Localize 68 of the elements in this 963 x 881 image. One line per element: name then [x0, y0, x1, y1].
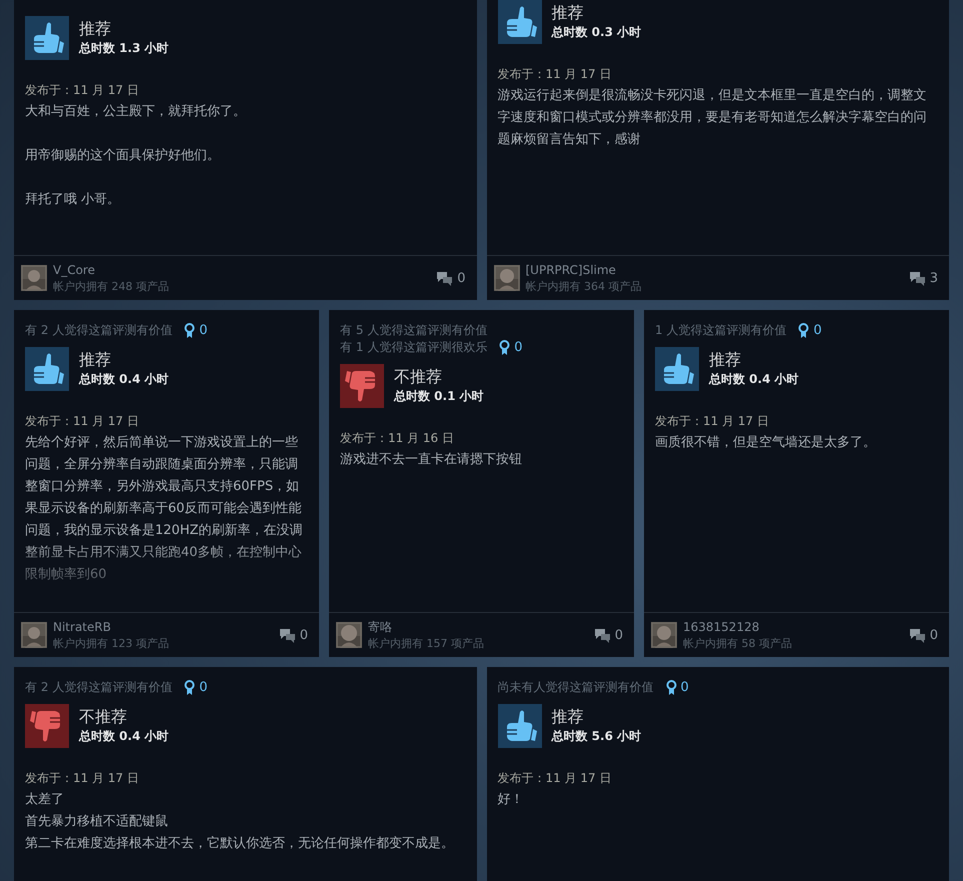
review-text: 先给个好评，然后简单说一下游戏设置上的一些问题，全屏分辨率自动跟随桌面分辨率，只能调整窗口分辨率，另外游戏最高只支持60FPS，如果显示设备的刷新率高于60反而可能会遇到性能问题，我的显示设备是120HZ的刷新率，在没调整前显卡占用不满又只能跑40多帧，在控制中心限制帧率到60	[25, 434, 304, 584]
playtime: 总时数 0.4 小时	[79, 371, 169, 388]
comments-icon[interactable]	[594, 628, 611, 642]
award-icon[interactable]	[184, 680, 196, 696]
comments-icon[interactable]	[436, 270, 454, 286]
comments-icon[interactable]	[908, 628, 926, 642]
post-date: 发布于：11 月 17 日	[498, 66, 612, 82]
product-count: 帐户内拥有 157 项产品	[368, 636, 485, 651]
review-text: 首先暴力移植不适配键鼠	[25, 813, 169, 831]
author-name[interactable]: 1638152128	[683, 619, 903, 636]
verdict-label: 推荐	[709, 350, 742, 370]
comments-icon[interactable]	[278, 628, 296, 642]
verdict-label: 推荐	[79, 19, 112, 39]
review-text: 拜托了哦 小哥。	[25, 191, 122, 209]
award-count: 0	[680, 679, 689, 696]
post-date: 发布于：11 月 17 日	[25, 413, 140, 429]
author-name[interactable]: V_Core	[53, 262, 430, 279]
review-text: 好！	[498, 791, 524, 809]
product-count: 帐户内拥有 123 项产品	[53, 636, 170, 651]
helpful-count: 有 2 人觉得这篇评测有价值	[25, 679, 172, 696]
verdict-label: 推荐	[552, 707, 584, 727]
award-icon[interactable]	[798, 322, 810, 338]
review-text: 大和与百姓，公主殿下，就拜托你了。	[25, 103, 247, 121]
playtime: 总时数 1.3 小时	[79, 40, 169, 57]
review-text: 用帝御赐的这个面具保护好他们。	[25, 147, 221, 165]
award-icon[interactable]	[499, 340, 510, 356]
playtime: 总时数 0.1 小时	[394, 388, 484, 405]
playtime: 总时数 5.6 小时	[552, 728, 642, 745]
playtime: 总时数 0.4 小时	[709, 371, 799, 388]
post-date: 发布于：11 月 16 日	[340, 430, 455, 446]
helpful-count: 尚未有人觉得这篇评测有价值	[498, 679, 654, 696]
product-count: 帐户内拥有 248 项产品	[53, 279, 170, 294]
post-date: 发布于：11 月 17 日	[25, 770, 140, 786]
verdict-label: 不推荐	[394, 367, 443, 387]
award-count: 0	[199, 679, 208, 696]
award-icon[interactable]	[666, 680, 676, 696]
playtime: 总时数 0.3 小时	[552, 24, 642, 41]
helpful-count: 1 人觉得这篇评测有价值	[655, 322, 786, 339]
review-text: 画质很不错，但是空气墙还是太多了。	[655, 434, 877, 452]
verdict-label: 推荐	[552, 3, 584, 23]
product-count: 帐户内拥有 58 项产品	[683, 636, 793, 651]
award-count: 0	[813, 322, 822, 339]
award-count: 0	[199, 322, 208, 339]
author-name[interactable]: [UPRPRC]Slime	[526, 262, 903, 279]
helpful-count: 有 2 人觉得这篇评测有价值	[25, 322, 172, 339]
post-date: 发布于：11 月 17 日	[25, 82, 140, 98]
product-count: 帐户内拥有 364 项产品	[526, 279, 642, 294]
post-date: 发布于：11 月 17 日	[498, 770, 612, 786]
author-name[interactable]: 寄咯	[368, 619, 588, 636]
comments-icon[interactable]	[908, 270, 926, 286]
comment-count: 0	[614, 628, 623, 642]
review-text: 第二卡在难度选择根本进不去，它默认你选否，无论任何操作都变不成是。	[25, 835, 455, 853]
verdict-label: 不推荐	[79, 707, 128, 727]
comment-count: 0	[457, 270, 466, 286]
review-text: 太差了	[25, 791, 65, 809]
post-date: 发布于：11 月 17 日	[655, 413, 770, 429]
review-text: 游戏运行起来倒是很流畅没卡死闪退，但是文本框里一直是空白的，调整文字速度和窗口模式或分辨率都没用，要是有老哥知道怎么解决字幕空白的问题麻烦留言告知下，感谢	[498, 87, 928, 149]
comment-count: 0	[930, 628, 938, 642]
verdict-label: 推荐	[79, 350, 112, 370]
award-icon[interactable]	[184, 322, 196, 338]
review-text: 游戏进不去一直卡在请摁下按钮	[340, 451, 523, 469]
author-name[interactable]: NitrateRB	[53, 619, 273, 636]
comment-count: 0	[300, 628, 308, 642]
comment-count: 3	[930, 270, 938, 286]
helpful-count: 有 5 人觉得这篇评测有价值	[340, 322, 488, 339]
playtime: 总时数 0.4 小时	[79, 728, 169, 745]
helpful-count: 有 1 人觉得这篇评测很欢乐	[340, 339, 488, 356]
award-count: 0	[514, 339, 523, 356]
